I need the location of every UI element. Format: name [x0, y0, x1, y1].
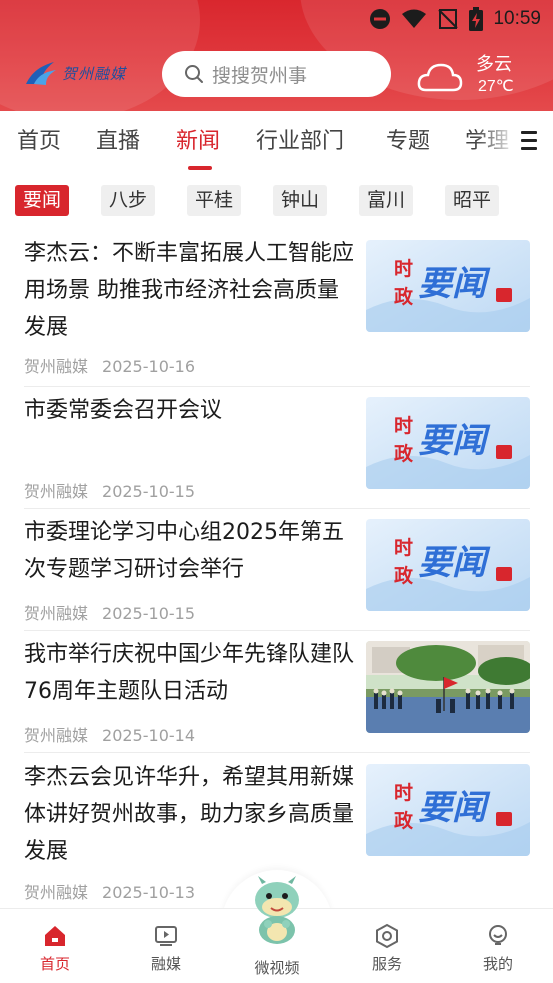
news-title: 李杰云：不断丰富拓展人工智能应用场景 助推我市经济社会高质量发展 [24, 241, 355, 340]
search-placeholder: 搜搜贺州事 [212, 64, 308, 87]
region-tab-zhongshan[interactable]: 钟山 [273, 185, 328, 216]
thumb-label-zheng: 政 [394, 565, 414, 587]
nav-profile-label: 我的 [482, 955, 513, 973]
do-not-disturb-icon [370, 9, 391, 29]
news-item[interactable]: 市委常委会召开会议 贺州融媒 2025-10-15 时 政 要闻 [24, 392, 530, 509]
news-title: 市委理论学习中心组2025年第五次专题学习研讨会举行 [24, 520, 344, 582]
thumb-label-yaowen: 要闻 [418, 788, 486, 828]
tab-live[interactable]: 直播 [96, 123, 140, 155]
status-time: 10:59 [493, 8, 541, 29]
news-item[interactable]: 市委理论学习中心组2025年第五次专题学习研讨会举行 贺州融媒 2025-10-1… [24, 514, 530, 631]
news-item[interactable]: 我市举行庆祝中国少年先锋队建队76周年主题队日活动 贺州融媒 2025-10-14 [24, 636, 530, 753]
service-icon [376, 923, 398, 949]
news-source: 贺州融媒 [24, 883, 89, 902]
region-tab-pinggui[interactable]: 平桂 [187, 185, 242, 216]
thumb-label-yaowen: 要闻 [418, 543, 486, 583]
news-source: 贺州融媒 [24, 726, 89, 745]
news-meta: 贺州融媒 2025-10-14 [24, 722, 195, 746]
nav-profile[interactable]: 我的 [463, 923, 533, 974]
thumb-label-shi: 时 [394, 415, 414, 437]
thumb-label-yaowen: 要闻 [418, 421, 486, 461]
thumb-label-zheng: 政 [394, 286, 414, 308]
tab-industry-departments[interactable]: 行业部门 [256, 123, 344, 155]
news-date: 2025-10-13 [102, 883, 195, 902]
news-divider [24, 752, 530, 753]
region-tab-babu[interactable]: 八步 [101, 185, 156, 216]
region-tab-zhaoping[interactable]: 昭平 [445, 185, 500, 216]
thumb-label-zheng: 政 [394, 443, 414, 465]
news-thumbnail: 时 政 要闻 [366, 397, 530, 489]
news-date: 2025-10-14 [102, 726, 195, 745]
news-date: 2025-10-15 [102, 604, 195, 623]
news-source: 贺州融媒 [24, 604, 89, 623]
profile-icon [489, 925, 507, 945]
home-icon [45, 926, 65, 946]
news-photo-thumbnail [366, 641, 530, 733]
news-date: 2025-10-16 [102, 357, 195, 376]
weather-temperature: 27℃ [478, 78, 514, 95]
news-divider [24, 630, 530, 631]
news-meta: 贺州融媒 2025-10-15 [24, 478, 195, 502]
channel-menu-icon[interactable] [521, 131, 537, 151]
news-meta: 贺州融媒 2025-10-15 [24, 600, 195, 624]
channel-tab-bar: 首页 直播 新闻 行业部门 专题 学理 [0, 111, 553, 171]
app-header: 10:59 贺州融媒 搜搜贺州事 多云 27℃ [0, 0, 553, 111]
news-source: 贺州融媒 [24, 357, 89, 376]
news-thumbnail: 时 政 要闻 [366, 764, 530, 856]
logo-text: 贺州融媒 [62, 64, 127, 83]
news-meta: 贺州融媒 2025-10-16 [24, 353, 195, 377]
logo-mark-icon [26, 62, 56, 85]
thumb-label-yaowen: 要闻 [418, 264, 486, 304]
wifi-icon [402, 9, 427, 28]
nav-media[interactable]: 融媒 [131, 923, 201, 974]
tabs-fade-overlay [475, 111, 525, 169]
search-icon [185, 65, 203, 83]
news-divider [24, 508, 530, 509]
news-meta: 贺州融媒 2025-10-13 [24, 879, 195, 903]
weather-widget[interactable]: 多云 27℃ [414, 48, 544, 102]
media-icon [155, 926, 177, 946]
nav-micro-video[interactable]: 微视频 [242, 953, 312, 978]
news-divider [24, 386, 530, 387]
news-date: 2025-10-15 [102, 482, 195, 501]
nav-media-label: 融媒 [150, 955, 181, 973]
news-title: 李杰云会见许华升，希望其用新媒体讲好贺州故事，助力家乡高质量发展 [24, 765, 355, 864]
thumb-label-shi: 时 [394, 258, 414, 280]
no-signal-icon [438, 9, 459, 29]
active-tab-indicator [188, 166, 212, 170]
thumb-label-shi: 时 [394, 782, 414, 804]
news-thumbnail: 时 政 要闻 [366, 519, 530, 611]
tab-special-topics[interactable]: 专题 [386, 123, 430, 155]
thumb-label-shi: 时 [394, 537, 414, 559]
nav-home-label: 首页 [39, 955, 70, 973]
news-title: 我市举行庆祝中国少年先锋队建队76周年主题队日活动 [24, 642, 355, 704]
thumb-label-zheng: 政 [394, 810, 414, 832]
region-tab-headlines[interactable]: 要闻 [15, 185, 70, 216]
region-tab-fuchuan[interactable]: 富川 [359, 185, 414, 216]
status-bar: 10:59 [369, 6, 541, 32]
search-bar[interactable]: 搜搜贺州事 [162, 51, 391, 97]
weather-condition: 多云 [476, 54, 512, 75]
cloudy-weather-icon [417, 63, 463, 92]
tab-news[interactable]: 新闻 [176, 123, 220, 155]
tab-home[interactable]: 首页 [17, 123, 61, 155]
nav-micro-video-label: 微视频 [254, 959, 300, 977]
news-title: 市委常委会召开会议 [24, 398, 223, 423]
app-logo[interactable]: 贺州融媒 [24, 58, 126, 88]
news-item[interactable]: 李杰云：不断丰富拓展人工智能应用场景 助推我市经济社会高质量发展 贺州融媒 202… [24, 235, 530, 387]
mascot-icon[interactable] [244, 874, 310, 946]
news-thumbnail: 时 政 要闻 [366, 240, 530, 332]
news-source: 贺州融媒 [24, 482, 89, 501]
nav-home[interactable]: 首页 [20, 923, 90, 974]
nav-service-label: 服务 [371, 955, 402, 973]
battery-charging-icon [469, 7, 484, 31]
nav-service[interactable]: 服务 [352, 923, 422, 974]
